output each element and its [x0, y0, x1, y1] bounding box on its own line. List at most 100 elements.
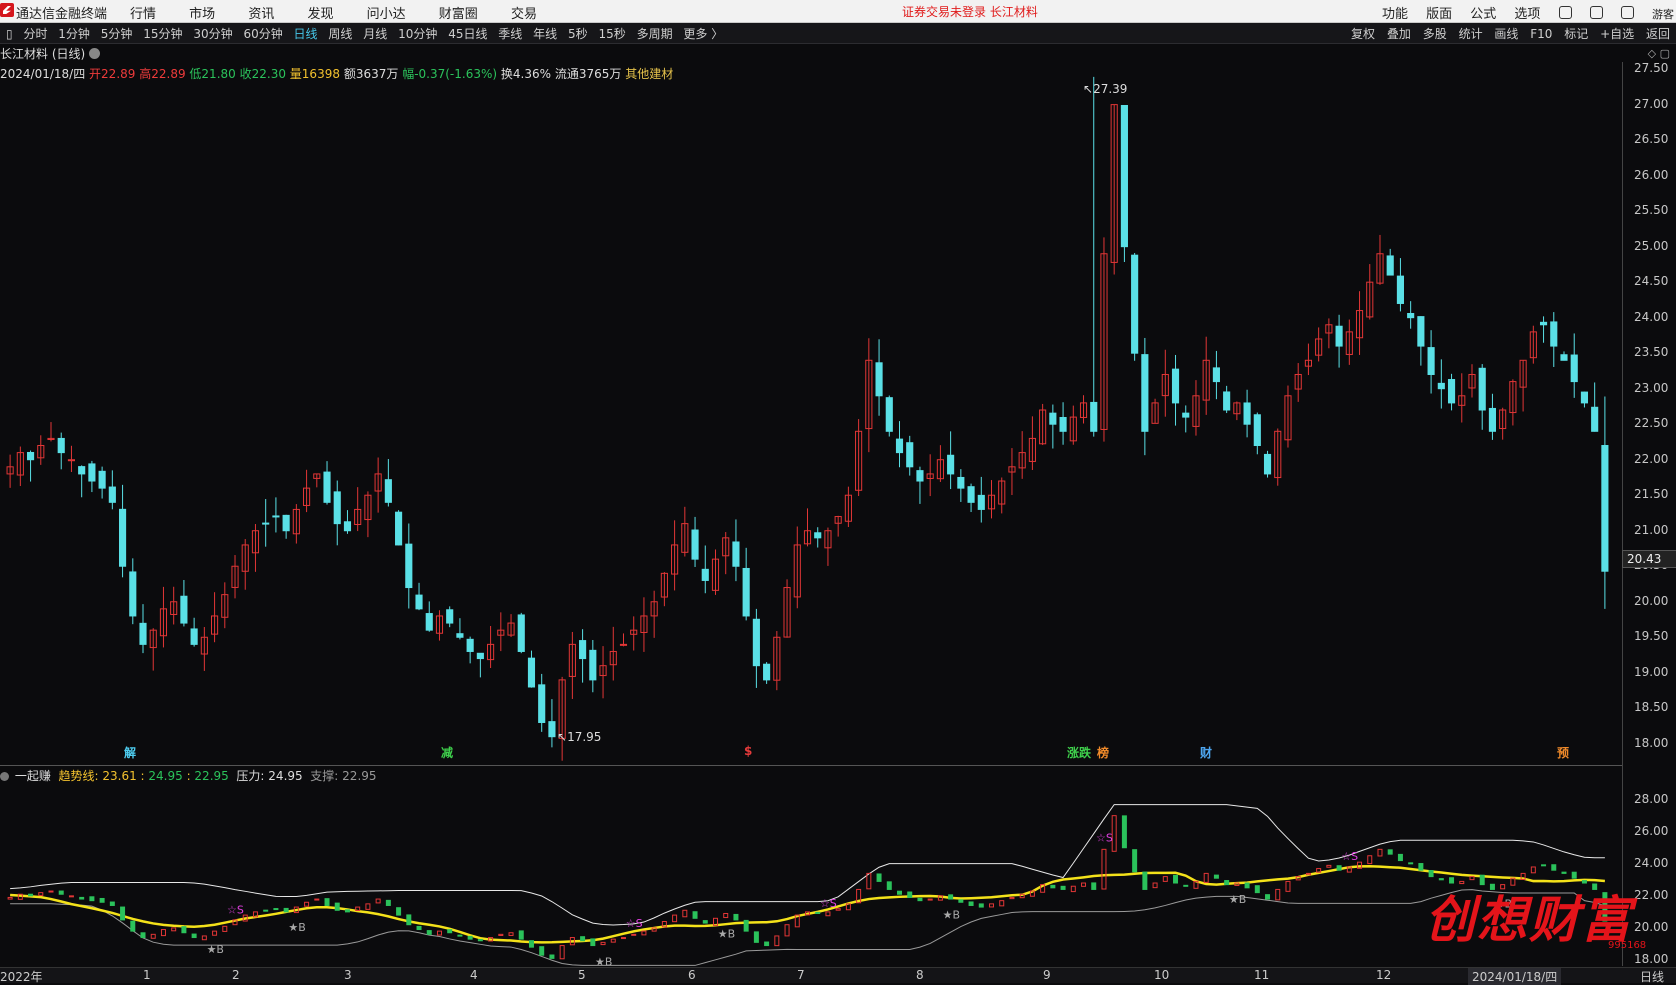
indicator-candle — [375, 898, 381, 904]
candle-down — [895, 438, 904, 454]
candle-down — [1090, 401, 1098, 432]
time-axis-label: 2024/01/18/四 — [1468, 968, 1562, 985]
candle-down — [395, 511, 403, 546]
buy-signal-marker: ★B — [1229, 893, 1246, 906]
indicator-candle — [1408, 862, 1414, 865]
indicator-candle — [212, 930, 218, 936]
candle-down — [415, 594, 423, 610]
indicator-candle — [283, 907, 289, 913]
indicator-candle — [498, 933, 504, 936]
indicator-candle — [263, 909, 269, 912]
candle-down — [742, 567, 750, 617]
candle-down — [262, 522, 270, 525]
trend-label: 趋势线: — [58, 769, 99, 783]
indicator-candle — [171, 927, 177, 932]
candle-down — [589, 649, 597, 681]
indicator-candle — [1377, 848, 1383, 857]
pane-divider[interactable] — [0, 765, 1622, 766]
diamond-icon[interactable]: ◇ — [1648, 47, 1656, 60]
time-axis-label: 9 — [1043, 968, 1051, 982]
indicator-candle — [958, 899, 964, 903]
time-axis-label: 6 — [688, 968, 696, 982]
indicator-candle — [1571, 871, 1577, 879]
indicator-candle — [692, 911, 698, 919]
indicator-candle — [948, 894, 954, 900]
restore-icon[interactable]: ▢ — [1660, 47, 1670, 60]
price-axis-label: 24.00 — [1634, 309, 1669, 324]
indicator-candle — [1418, 863, 1424, 871]
indicator-candle — [549, 954, 555, 959]
price-axis-label: 25.50 — [1634, 203, 1669, 218]
trend-line — [10, 864, 1605, 944]
indicator-candle — [866, 872, 872, 890]
candle-down — [57, 437, 65, 454]
indicator-candle — [1101, 848, 1107, 890]
mail-icon[interactable] — [1620, 6, 1634, 19]
indicator-candle — [457, 934, 463, 937]
event-marker[interactable]: 解 — [124, 744, 136, 761]
candle-down — [129, 571, 137, 617]
candle-down — [384, 479, 392, 503]
indicator-candle — [79, 896, 85, 900]
candle-down — [1335, 325, 1343, 347]
candle-down — [88, 463, 96, 482]
watermark-logo: 创想财富 — [1425, 890, 1633, 949]
event-marker[interactable]: 预 — [1557, 744, 1569, 761]
pressure-label: 压力: — [236, 769, 265, 783]
event-marker[interactable]: 减 — [441, 744, 453, 761]
indicator-candle — [1132, 849, 1138, 873]
price-axis-label: 18.00 — [1634, 735, 1669, 750]
sell-signal-marker: ☆S — [1341, 850, 1358, 863]
low-marker-value: 17.95 — [567, 730, 602, 744]
price-axis-label: 25.00 — [1634, 238, 1669, 253]
indicator-candle — [344, 909, 350, 913]
indicator-candle — [764, 941, 770, 947]
indicator-candle — [528, 940, 534, 948]
indicator-name[interactable]: 一起赚 — [15, 769, 51, 783]
event-marker[interactable]: 榜 — [1097, 744, 1109, 761]
sell-signal-marker: ☆S — [626, 917, 643, 930]
indicator-candle — [1142, 871, 1148, 890]
price-axis-label: 27.50 — [1634, 61, 1669, 76]
candle-down — [26, 451, 35, 461]
guest-label[interactable]: 游客 — [1652, 8, 1674, 21]
indicator-candle — [753, 931, 759, 943]
candlestick-chart[interactable]: ★B★B★B★B★B★B ★B☆S☆S☆S☆S☆S — [0, 0, 1622, 966]
candle-down — [1212, 367, 1220, 383]
indicator-candle — [1428, 870, 1434, 878]
candle-down — [425, 613, 433, 631]
candle-down — [343, 521, 352, 532]
timeframe-label[interactable]: 日线 — [1640, 968, 1664, 985]
indicator-candle — [682, 909, 688, 918]
candle-down — [527, 657, 536, 688]
event-marker[interactable]: 财 — [1200, 744, 1212, 761]
price-axis-label: 22.00 — [1634, 451, 1669, 466]
indicator-candle — [1541, 864, 1547, 867]
trend-value-1: 23.61 — [102, 769, 137, 783]
price-axis-label: 21.50 — [1634, 487, 1669, 502]
candle-down — [1407, 313, 1415, 319]
candle-down — [1478, 367, 1486, 411]
candle-up — [67, 459, 76, 462]
indicator-axis-label: 18.00 — [1634, 952, 1669, 966]
event-marker[interactable]: $ — [744, 744, 752, 758]
indicator-candle — [436, 930, 442, 936]
candle-down — [180, 595, 188, 624]
candle-down — [1059, 417, 1067, 432]
indicator-candle — [1561, 871, 1567, 874]
indicator-candle — [467, 935, 473, 940]
indicator-candle — [28, 893, 34, 897]
candle-down — [947, 454, 955, 475]
indicator-candle — [702, 920, 708, 924]
candle-down — [139, 622, 147, 645]
indicator-candle — [58, 890, 64, 895]
indicator-candle — [89, 896, 95, 902]
indicator-candle — [7, 896, 13, 900]
event-marker[interactable]: 涨跌 — [1067, 744, 1091, 761]
indicator-candle — [897, 890, 903, 895]
indicator-candle — [1244, 882, 1250, 889]
indicator-candle — [1387, 849, 1393, 855]
indicator-candle — [99, 897, 105, 903]
indicator-toggle-icon[interactable] — [0, 772, 9, 781]
tool-back[interactable]: 返回 — [1646, 27, 1670, 41]
